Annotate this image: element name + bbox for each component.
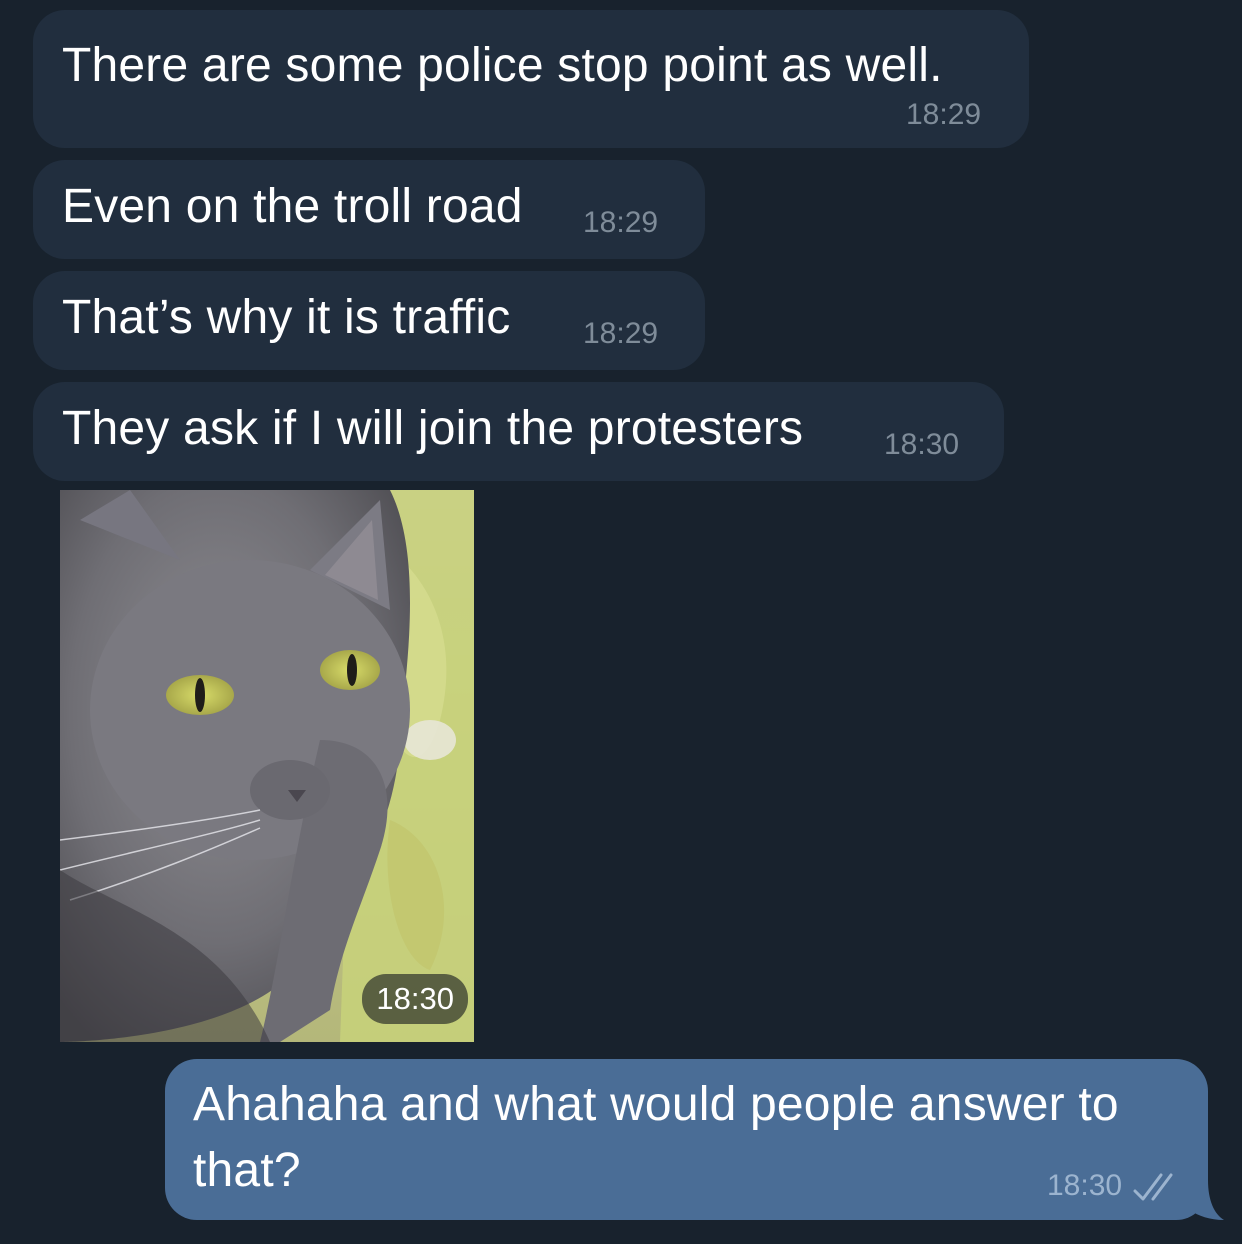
photo-message[interactable]: 18:30: [60, 490, 474, 1042]
double-check-icon: [1133, 1173, 1173, 1201]
bubble-tail: [1190, 1180, 1224, 1220]
message-time: 18:29: [906, 98, 982, 131]
message-time: 18:29: [583, 317, 659, 350]
message-text: They ask if I will join the protesters: [62, 402, 804, 455]
message-bubble-incoming[interactable]: Even on the troll road 18:29: [33, 160, 705, 259]
message-text-line-2: that?: [193, 1144, 301, 1197]
message-bubble-incoming[interactable]: There are some police stop point as well…: [33, 10, 1029, 148]
message-time: 18:29: [583, 206, 659, 239]
message-text: That’s why it is traffic: [62, 291, 511, 344]
message-bubble-outgoing[interactable]: Ahahaha and what would people answer to …: [165, 1059, 1208, 1220]
cat-photo: [60, 490, 474, 1042]
message-text-line-1: Ahahaha and what would people answer to: [193, 1078, 1119, 1131]
message-time: 18:30: [884, 428, 960, 461]
message-bubble-incoming[interactable]: They ask if I will join the protesters 1…: [33, 382, 1004, 481]
message-time: 18:30: [1047, 1169, 1123, 1202]
message-bubble-incoming[interactable]: That’s why it is traffic 18:29: [33, 271, 705, 370]
message-text: Even on the troll road: [62, 180, 523, 233]
message-text: There are some police stop point as well…: [62, 39, 943, 92]
photo-time: 18:30: [362, 974, 468, 1024]
